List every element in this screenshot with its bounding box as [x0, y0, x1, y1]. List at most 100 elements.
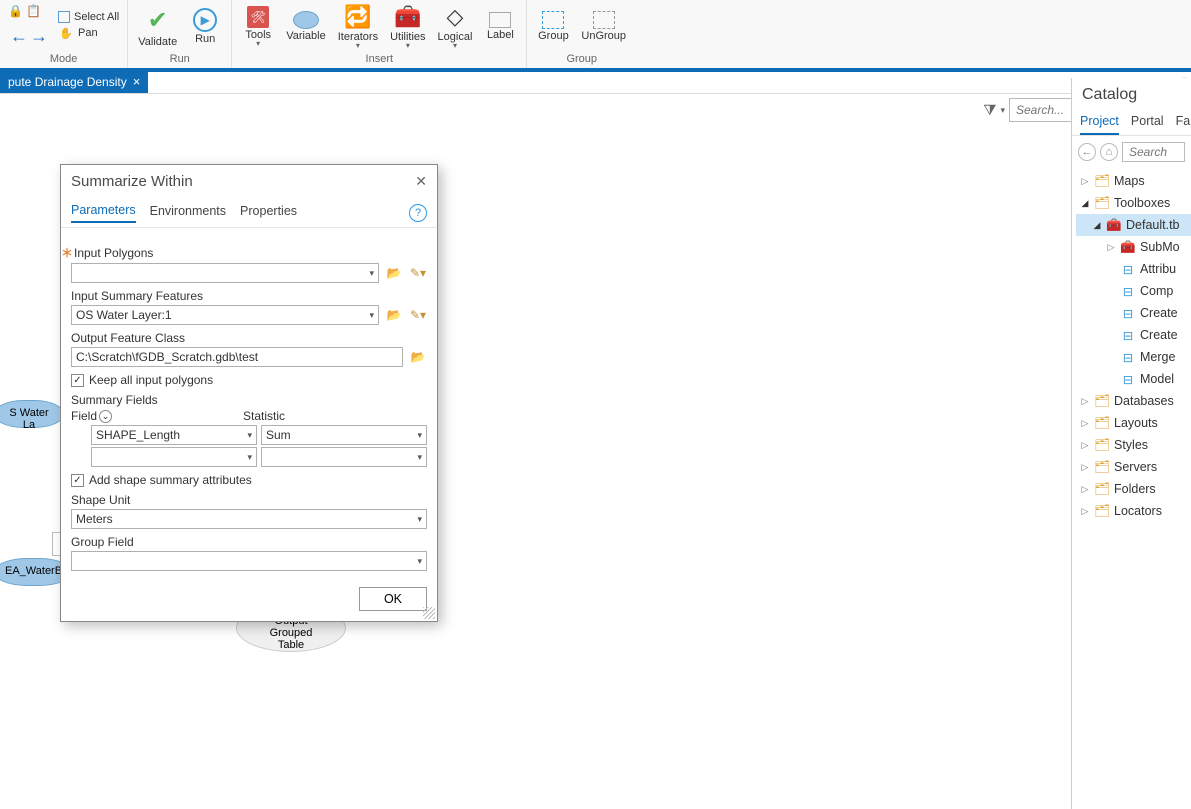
- tree-merge[interactable]: ⊟Merge: [1076, 346, 1191, 368]
- catalog-panel: Catalog Project Portal Fa ← ⌂ ▷🗂Maps ◢🗂T…: [1071, 78, 1191, 809]
- input-summary-features-combo[interactable]: OS Water Layer:1▾: [71, 305, 379, 325]
- tools-icon: 🛠: [247, 6, 269, 28]
- catalog-toolbar: ← ⌂: [1072, 136, 1191, 168]
- tab-title: pute Drainage Density: [8, 75, 127, 89]
- input-polygons-combo[interactable]: ▾: [71, 263, 379, 283]
- select-all-button[interactable]: Select All: [58, 11, 119, 23]
- keep-all-checkbox[interactable]: ✓: [71, 374, 84, 387]
- ungroup-button[interactable]: UnGroup: [575, 9, 632, 42]
- lbl-output-feature-class: Output Feature Class: [71, 331, 185, 345]
- output-feature-class-browse-icon[interactable]: 📂: [409, 348, 427, 366]
- tree-layouts[interactable]: ▷🗂Layouts: [1076, 412, 1191, 434]
- ribbon-group-group: Group UnGroup Group: [527, 0, 636, 68]
- tab-drainage-density[interactable]: pute Drainage Density ×: [0, 70, 148, 93]
- summary-field-0-combo[interactable]: SHAPE_Length▾: [91, 425, 257, 445]
- folder-icon: 🗂: [1094, 173, 1110, 189]
- model-icon: ⊟: [1120, 283, 1136, 299]
- tree-toolboxes[interactable]: ◢🗂Toolboxes: [1076, 192, 1191, 214]
- ribbon-group-run-title: Run: [132, 52, 227, 68]
- label-label: Label: [487, 29, 514, 41]
- ribbon-group-group-title: Group: [531, 52, 632, 68]
- utilities-button[interactable]: 🧰 Utilities ▾: [384, 2, 431, 50]
- input-polygons-browse-icon[interactable]: 📂: [385, 264, 403, 282]
- folder-icon: 🗂: [1094, 195, 1110, 211]
- summary-field-0-value: SHAPE_Length: [96, 428, 180, 442]
- group-label: Group: [538, 30, 569, 42]
- catalog-tab-portal[interactable]: Portal: [1131, 114, 1164, 135]
- catalog-back-icon[interactable]: ←: [1078, 143, 1096, 161]
- model-variable-water-layer[interactable]: S Water La: [0, 400, 64, 428]
- input-polygons-edit-icon[interactable]: ✎▾: [409, 264, 427, 282]
- catalog-home-icon[interactable]: ⌂: [1100, 143, 1118, 161]
- tree-default-tbx[interactable]: ◢🧰Default.tb: [1076, 214, 1191, 236]
- pan-label: Pan: [78, 27, 98, 39]
- lock-icon[interactable]: 🔒: [8, 4, 24, 20]
- tab-parameters[interactable]: Parameters: [71, 203, 136, 223]
- validate-button[interactable]: ✔ Validate: [132, 4, 183, 48]
- filter-dropdown-icon[interactable]: ▾: [1000, 105, 1005, 116]
- tree-locators[interactable]: ▷🗂Locators: [1076, 500, 1191, 522]
- tools-button[interactable]: 🛠 Tools ▾: [236, 4, 280, 48]
- pan-button[interactable]: ✋ Pan: [58, 25, 98, 41]
- utilities-icon: 🧰: [394, 4, 421, 30]
- input-summary-edit-icon[interactable]: ✎▾: [409, 306, 427, 324]
- variable-button[interactable]: Variable: [280, 9, 332, 42]
- logical-button[interactable]: ◇ Logical ▾: [432, 2, 479, 50]
- tab-properties[interactable]: Properties: [240, 204, 297, 222]
- iterators-icon: 🔁: [344, 4, 371, 30]
- summary-field-1-combo[interactable]: ▾: [91, 447, 257, 467]
- ungroup-label: UnGroup: [581, 30, 626, 42]
- tab-environments[interactable]: Environments: [150, 204, 226, 222]
- summary-stat-0-combo[interactable]: Sum▾: [261, 425, 427, 445]
- tree-submodel[interactable]: ▷🧰SubMo: [1076, 236, 1191, 258]
- group-icon: [542, 11, 564, 29]
- catalog-tab-project[interactable]: Project: [1080, 114, 1119, 135]
- add-shape-checkbox-row[interactable]: ✓ Add shape summary attributes: [71, 473, 427, 487]
- dialog-body: ＊Input Polygons ▾ 📂 ✎▾ Input Summary Fea…: [61, 228, 437, 577]
- shape-unit-combo[interactable]: Meters▾: [71, 509, 427, 529]
- iterators-button[interactable]: 🔁 Iterators ▾: [332, 2, 384, 50]
- tree-attrib[interactable]: ⊟Attribu: [1076, 258, 1191, 280]
- group-field-combo[interactable]: ▾: [71, 551, 427, 571]
- dialog-help-icon[interactable]: ?: [409, 204, 427, 222]
- ok-button[interactable]: OK: [359, 587, 427, 611]
- select-all-label: Select All: [74, 11, 119, 23]
- shape-unit-value: Meters: [76, 512, 113, 526]
- add-shape-checkbox[interactable]: ✓: [71, 474, 84, 487]
- catalog-search[interactable]: [1122, 142, 1185, 162]
- filter-icon[interactable]: ⧩: [983, 102, 996, 119]
- catalog-search-input[interactable]: [1127, 144, 1180, 160]
- catalog-tabs: Project Portal Fa: [1072, 114, 1191, 136]
- model-icon: ⊟: [1120, 327, 1136, 343]
- tab-close-icon[interactable]: ×: [133, 74, 141, 89]
- tree-model[interactable]: ⊟Model: [1076, 368, 1191, 390]
- nav-back-icon[interactable]: ←: [10, 26, 28, 47]
- nav-forward-icon[interactable]: →: [30, 26, 48, 47]
- input-summary-features-value: OS Water Layer:1: [76, 308, 172, 322]
- summary-stat-1-combo[interactable]: ▾: [261, 447, 427, 467]
- toolbox-icon: 🧰: [1120, 239, 1136, 255]
- tree-comp[interactable]: ⊟Comp: [1076, 280, 1191, 302]
- keep-all-checkbox-row[interactable]: ✓ Keep all input polygons: [71, 373, 427, 387]
- tree-create1[interactable]: ⊟Create: [1076, 302, 1191, 324]
- tree-create2[interactable]: ⊟Create: [1076, 324, 1191, 346]
- tree-maps[interactable]: ▷🗂Maps: [1076, 170, 1191, 192]
- ribbon-group-insert-title: Insert: [236, 52, 522, 68]
- tree-servers[interactable]: ▷🗂Servers: [1076, 456, 1191, 478]
- group-button[interactable]: Group: [531, 9, 575, 42]
- catalog-tab-fav[interactable]: Fa: [1176, 114, 1191, 135]
- tree-folders[interactable]: ▷🗂Folders: [1076, 478, 1191, 500]
- tree-databases[interactable]: ▷🗂Databases: [1076, 390, 1191, 412]
- output-feature-class-input[interactable]: [71, 347, 403, 367]
- dialog-close-icon[interactable]: ✕: [415, 173, 427, 190]
- label-button[interactable]: Label: [478, 10, 522, 41]
- ribbon-group-insert: 🛠 Tools ▾ Variable 🔁 Iterators ▾ 🧰 Utili…: [232, 0, 527, 68]
- tree-styles[interactable]: ▷🗂Styles: [1076, 434, 1191, 456]
- run-button[interactable]: ▶ Run: [183, 6, 227, 45]
- field-expand-icon[interactable]: ⌄: [99, 410, 112, 423]
- model-canvas[interactable]: ⧩ ▾ 🔍 ▾ ← → S Water La EA_WaterB Output …: [0, 94, 1191, 809]
- lbl-field: Field: [71, 409, 97, 423]
- cut-icon[interactable]: 📋: [26, 4, 42, 20]
- dialog-resize-grip[interactable]: [423, 607, 435, 619]
- input-summary-browse-icon[interactable]: 📂: [385, 306, 403, 324]
